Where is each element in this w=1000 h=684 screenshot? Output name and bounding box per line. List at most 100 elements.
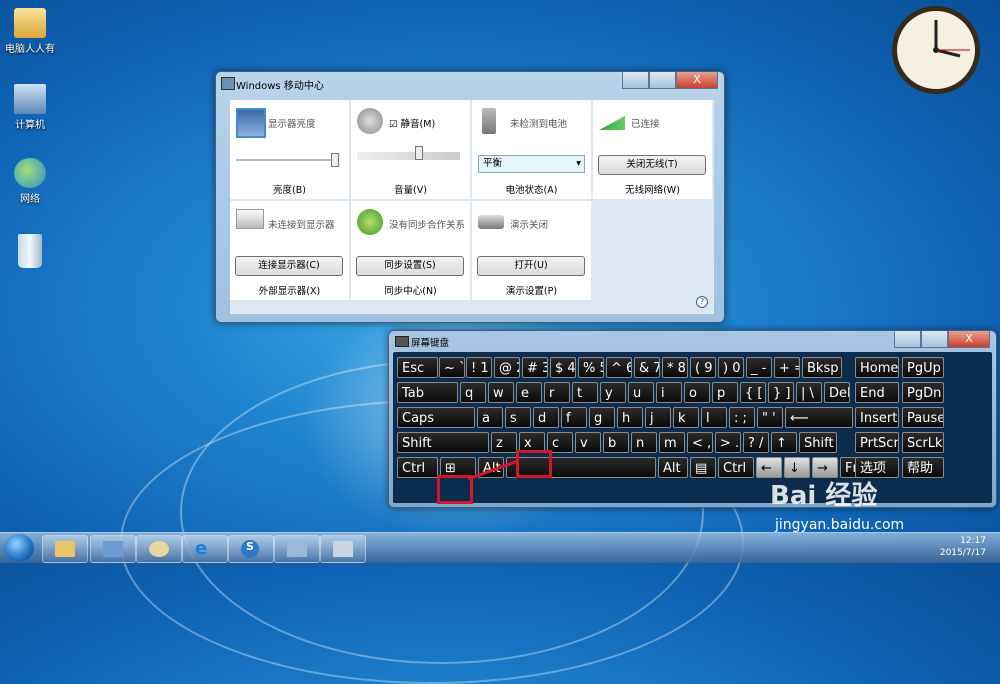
taskbar-osk[interactable] (320, 535, 366, 563)
taskbar-ie[interactable]: e (182, 535, 228, 563)
key-PrtScn[interactable]: PrtScn (855, 432, 899, 453)
key-Tab[interactable]: Tab (397, 382, 458, 403)
key--6[interactable]: ^ 6 (606, 357, 632, 378)
key--[interactable]: } ] (768, 382, 794, 403)
key-s[interactable]: s (505, 407, 531, 428)
key-r[interactable]: r (544, 382, 570, 403)
key---[interactable]: _ - (746, 357, 772, 378)
key-End[interactable]: End (855, 382, 899, 403)
key-y[interactable]: y (600, 382, 626, 403)
key-Bksp[interactable]: Bksp (802, 357, 842, 378)
key-m[interactable]: m (659, 432, 685, 453)
key--[interactable]: < , (687, 432, 713, 453)
key-a[interactable]: a (477, 407, 503, 428)
key-o[interactable]: o (684, 382, 710, 403)
key-u[interactable]: u (628, 382, 654, 403)
start-button[interactable] (4, 534, 34, 562)
key--7[interactable]: & 7 (634, 357, 660, 378)
desktop-icon-computer[interactable]: 计算机 (0, 84, 60, 131)
key-symbol[interactable]: ↑ (771, 432, 797, 453)
key-Caps[interactable]: Caps (397, 407, 475, 428)
key-v[interactable]: v (575, 432, 601, 453)
taskbar-paint[interactable] (136, 535, 182, 563)
key-j[interactable]: j (645, 407, 671, 428)
system-clock[interactable]: 12:17 2015/7/17 (940, 535, 986, 559)
volume-slider[interactable] (357, 146, 460, 160)
help-icon[interactable]: ? (696, 296, 708, 308)
key--[interactable]: ? / (743, 432, 769, 453)
slider-thumb[interactable] (331, 153, 339, 167)
brightness-slider[interactable] (236, 153, 339, 167)
key-b[interactable]: b (603, 432, 629, 453)
key-Pause[interactable]: Pause (902, 407, 944, 428)
desktop-icon-user-folder[interactable]: 电脑人人有 (0, 8, 60, 55)
desktop-icon-network[interactable]: 网络 (0, 158, 60, 205)
sync-settings-button[interactable]: 同步设置(S) (356, 256, 464, 276)
turn-off-wireless-button[interactable]: 关闭无线(T) (598, 155, 706, 175)
key-f[interactable]: f (561, 407, 587, 428)
minimize-button[interactable] (622, 72, 649, 89)
key--4[interactable]: $ 4 (550, 357, 576, 378)
mobility-center-window[interactable]: Windows 移动中心 X 显示器亮度 亮度(B) ☑ 静音(M) 音量(V)… (215, 71, 725, 323)
key-k[interactable]: k (673, 407, 699, 428)
key--[interactable]: " ' (757, 407, 783, 428)
key-Esc[interactable]: Esc (397, 357, 438, 378)
key-z[interactable]: z (491, 432, 517, 453)
key--[interactable]: : ; (729, 407, 755, 428)
key--3[interactable]: # 3 (522, 357, 548, 378)
key-e[interactable]: e (516, 382, 542, 403)
key-l[interactable]: l (701, 407, 727, 428)
taskbar-mobility-center[interactable] (274, 535, 320, 563)
key-h[interactable]: h (617, 407, 643, 428)
key-symbol[interactable]: ▤ (690, 457, 716, 478)
key--9[interactable]: ( 9 (690, 357, 716, 378)
key--1[interactable]: ! 1 (466, 357, 492, 378)
taskbar-explorer[interactable] (42, 535, 88, 563)
clock-gadget[interactable] (890, 4, 982, 96)
key--0[interactable]: ) 0 (718, 357, 744, 378)
key-Del[interactable]: Del (824, 382, 850, 403)
key-Alt[interactable]: Alt (658, 457, 688, 478)
key--[interactable]: | \ (796, 382, 822, 403)
key--[interactable]: { [ (740, 382, 766, 403)
key--[interactable]: ~ ` (439, 357, 465, 378)
key--5[interactable]: % 5 (578, 357, 604, 378)
key-q[interactable]: q (460, 382, 486, 403)
key-n[interactable]: n (631, 432, 657, 453)
key-g[interactable]: g (589, 407, 615, 428)
key-PgDn[interactable]: PgDn (902, 382, 944, 403)
key-t[interactable]: t (572, 382, 598, 403)
minimize-button[interactable] (894, 331, 921, 348)
key-symbol[interactable]: ⟵ (785, 407, 853, 428)
close-button[interactable]: X (948, 331, 990, 348)
key-w[interactable]: w (488, 382, 514, 403)
connect-display-button[interactable]: 连接显示器(C) (235, 256, 343, 276)
key-Ctrl[interactable]: Ctrl (397, 457, 438, 478)
key-Home[interactable]: Home (855, 357, 899, 378)
key-p[interactable]: p (712, 382, 738, 403)
mute-checkbox[interactable]: ☑ 静音(M) (389, 116, 435, 130)
projector-icon (478, 215, 504, 229)
key-symbol[interactable]: 帮助 (902, 457, 944, 478)
taskbar-app-s[interactable]: S (228, 535, 274, 563)
slider-thumb[interactable] (415, 146, 423, 160)
key-PgUp[interactable]: PgUp (902, 357, 944, 378)
close-button[interactable]: X (676, 72, 718, 89)
key-Insert[interactable]: Insert (855, 407, 899, 428)
key--[interactable]: + = (774, 357, 800, 378)
key-Shift[interactable]: Shift (397, 432, 489, 453)
turn-on-presentation-button[interactable]: 打开(U) (477, 256, 585, 276)
key--[interactable]: > . (715, 432, 741, 453)
key-ScrLk[interactable]: ScrLk (902, 432, 944, 453)
power-plan-select[interactable]: 平衡 ▾ (478, 155, 585, 173)
key-i[interactable]: i (656, 382, 682, 403)
key-d[interactable]: d (533, 407, 559, 428)
key-Shift[interactable]: Shift (799, 432, 837, 453)
maximize-button[interactable] (921, 331, 948, 348)
key--8[interactable]: * 8 (662, 357, 688, 378)
desktop-icon-recycle-bin[interactable] (0, 234, 60, 270)
key--2[interactable]: @ 2 (494, 357, 520, 378)
key-Ctrl[interactable]: Ctrl (718, 457, 754, 478)
maximize-button[interactable] (649, 72, 676, 89)
taskbar-control-panel[interactable] (90, 535, 136, 563)
